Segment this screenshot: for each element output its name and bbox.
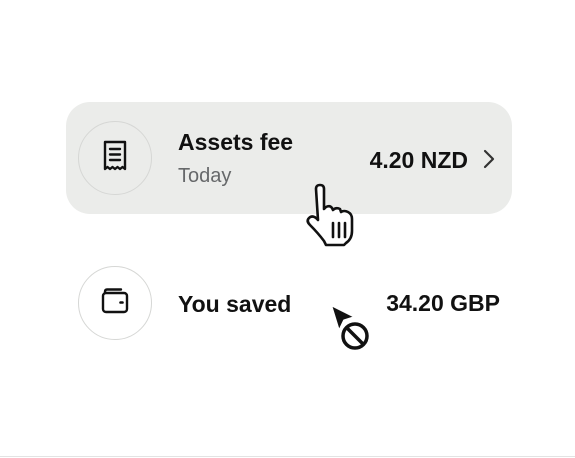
transactions-page: Assets fee Today 4.20 NZD You saved 34.2… xyxy=(0,0,575,458)
receipt-icon xyxy=(101,140,129,177)
transaction-icon-circle xyxy=(78,121,152,195)
transaction-row-you-saved: You saved 34.20 GBP xyxy=(66,247,512,359)
chevron-right-icon xyxy=(482,148,496,170)
transaction-icon-circle xyxy=(78,266,152,340)
transaction-amount: 34.20 GBP xyxy=(386,290,500,316)
bottom-divider xyxy=(0,456,575,457)
transaction-amount: 4.20 NZD xyxy=(369,147,468,173)
transaction-row-assets-fee[interactable]: Assets fee Today 4.20 NZD xyxy=(66,102,512,214)
not-allowed-cursor-icon xyxy=(325,303,375,355)
wallet-icon xyxy=(100,287,130,320)
hand-pointer-cursor-icon xyxy=(300,183,362,249)
transaction-title: You saved xyxy=(178,291,292,317)
transaction-date: Today xyxy=(178,165,232,187)
transaction-title: Assets fee xyxy=(178,129,294,155)
